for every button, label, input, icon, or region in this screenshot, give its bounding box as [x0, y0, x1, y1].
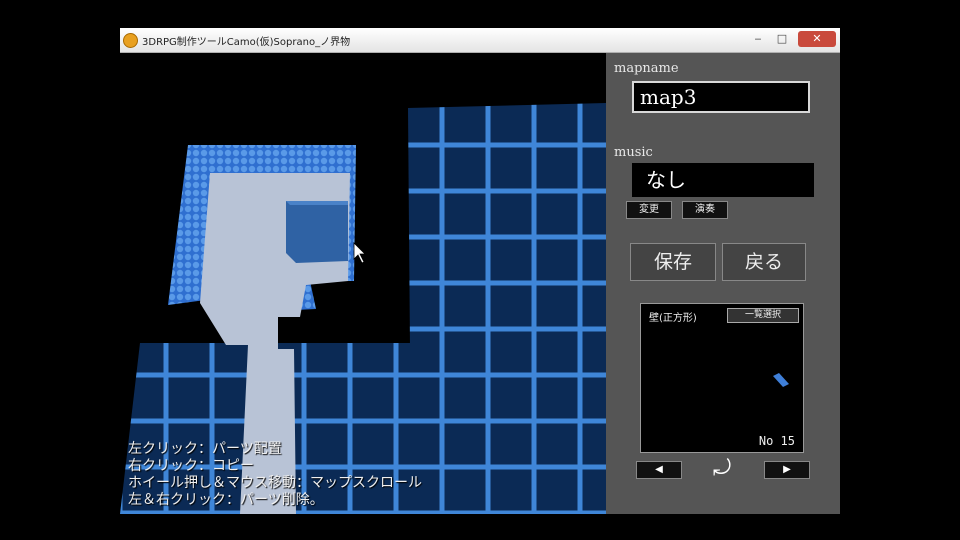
mouse-cursor-icon — [353, 242, 366, 264]
back-button[interactable]: 戻る — [722, 243, 806, 281]
save-button[interactable]: 保存 — [630, 243, 716, 281]
music-label: music — [614, 145, 653, 160]
parts-preview-icon — [773, 373, 789, 387]
title-bar[interactable]: 3DRPG制作ツールCamo(仮)Soprano_ノ界物 ‒ □ ✕ — [120, 28, 840, 53]
parts-name: 壁(正方形) — [649, 313, 697, 324]
help-line-right-click: 右クリック：コピー — [128, 458, 254, 474]
help-line-delete: 左＆右クリック：パーツ削除。 — [128, 492, 324, 508]
help-line-left-click: 左クリック：パーツ配置 — [128, 441, 282, 457]
parts-number: No 15 — [758, 434, 795, 448]
parts-list-button[interactable]: 一覧選択 — [727, 308, 799, 323]
mapname-label: mapname — [614, 61, 679, 76]
music-value: なし — [632, 163, 814, 197]
close-button[interactable]: ✕ — [798, 31, 836, 47]
app-icon — [123, 33, 138, 48]
floor-grid-upper — [408, 103, 606, 349]
placed-block — [286, 201, 348, 263]
rotate-arrow-icon[interactable]: ⤾ — [708, 455, 736, 483]
maximize-button[interactable]: □ — [772, 31, 792, 47]
controls-help: 左クリック：パーツ配置 右クリック：コピー ホイール押し＆マウス移動：マップスク… — [128, 441, 422, 509]
editor-side-panel: mapname music なし 変更 演奏 保存 戻る 壁(正方形) 一覧選択… — [606, 53, 840, 514]
help-line-wheel: ホイール押し＆マウス移動：マップスクロール — [128, 475, 422, 491]
app-window: 3DRPG制作ツールCamo(仮)Soprano_ノ界物 ‒ □ ✕ 左クリック… — [120, 28, 840, 514]
minimize-button[interactable]: ‒ — [748, 31, 768, 47]
map-3d-viewport[interactable]: 左クリック：パーツ配置 右クリック：コピー ホイール押し＆マウス移動：マップスク… — [120, 53, 606, 514]
next-part-button[interactable]: ▶ — [764, 461, 810, 479]
mapname-input[interactable] — [632, 81, 810, 113]
prev-part-button[interactable]: ◀ — [636, 461, 682, 479]
play-music-button[interactable]: 演奏 — [682, 201, 728, 219]
parts-selector[interactable]: 壁(正方形) 一覧選択 No 15 — [640, 303, 804, 453]
window-title: 3DRPG制作ツールCamo(仮)Soprano_ノ界物 — [142, 37, 351, 48]
change-music-button[interactable]: 変更 — [626, 201, 672, 219]
